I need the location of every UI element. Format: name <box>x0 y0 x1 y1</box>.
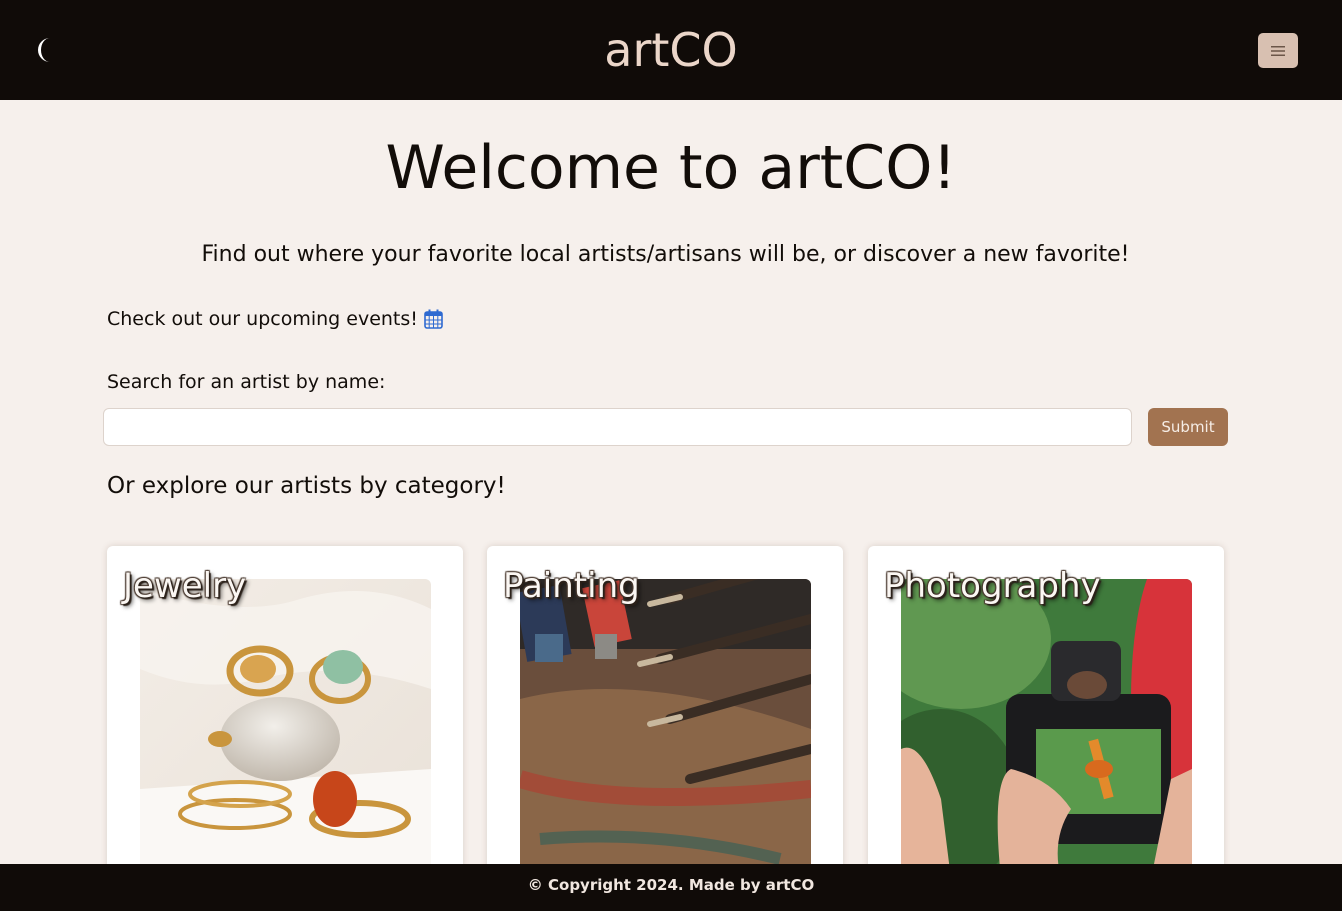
hamburger-icon <box>1271 45 1285 56</box>
category-card-jewelry[interactable]: Jewelry <box>107 546 463 906</box>
artist-search-input[interactable] <box>103 408 1132 446</box>
calendar-icon <box>424 309 443 329</box>
camera-photo-image <box>901 579 1192 879</box>
category-card-painting[interactable]: Painting <box>487 546 843 906</box>
search-label: Search for an artist by name: <box>107 371 386 393</box>
menu-toggle-button[interactable] <box>1258 33 1298 68</box>
footer-copyright: © Copyright 2024. Made by artCO <box>527 876 815 894</box>
upcoming-events-link[interactable]: Check out our upcoming events! <box>107 306 443 332</box>
jewelry-rings-image <box>140 579 431 879</box>
category-card-title: Photography <box>884 566 1101 606</box>
category-card-title: Jewelry <box>123 566 247 606</box>
category-card-photography[interactable]: Photography <box>868 546 1224 906</box>
paint-brushes-image <box>520 579 811 879</box>
footer: © Copyright 2024. Made by artCO <box>0 864 1342 911</box>
category-card-title: Painting <box>503 566 640 606</box>
page-subtitle: Find out where your favorite local artis… <box>201 242 1130 267</box>
category-heading: Or explore our artists by category! <box>107 473 506 499</box>
submit-button[interactable]: Submit <box>1148 408 1228 446</box>
upcoming-events-label: Check out our upcoming events! <box>107 308 418 330</box>
brand-logo[interactable]: artCO <box>0 20 1342 80</box>
navbar: artCO <box>0 0 1342 100</box>
page-title: Welcome to artCO! <box>385 133 957 203</box>
